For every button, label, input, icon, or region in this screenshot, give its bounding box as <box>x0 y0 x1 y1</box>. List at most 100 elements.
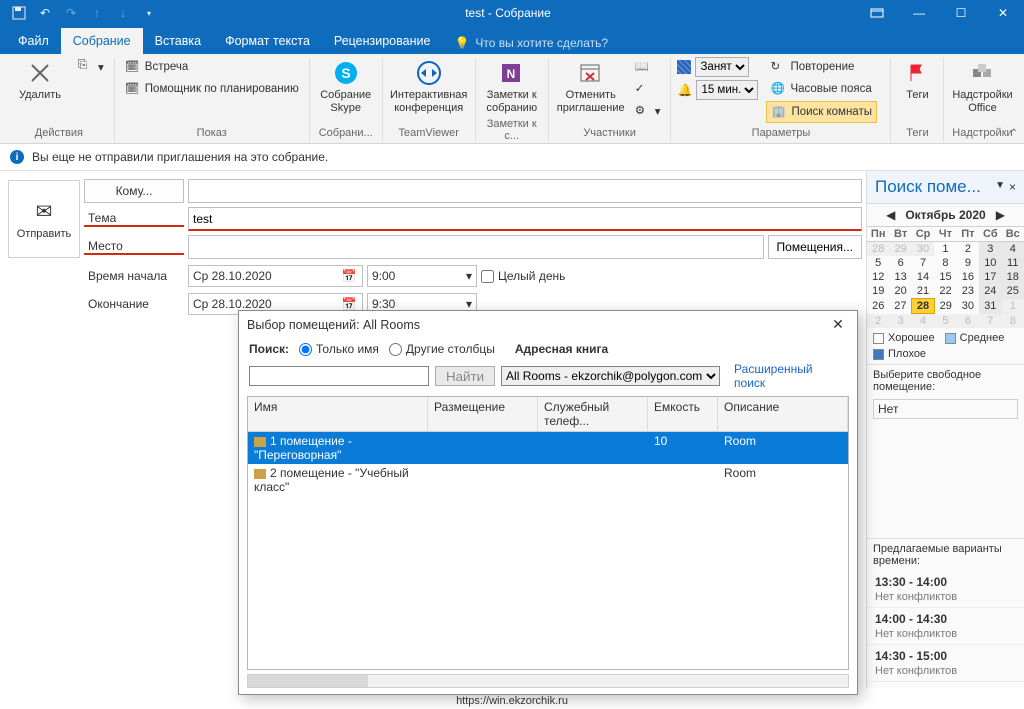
timezones-button[interactable]: 🌐Часовые пояса <box>766 79 877 99</box>
calendar-day[interactable]: 6 <box>957 314 979 329</box>
calendar-day[interactable]: 2 <box>957 242 979 257</box>
calendar-day[interactable]: 21 <box>912 284 934 299</box>
location-field[interactable] <box>188 235 764 259</box>
cancel-invite-button[interactable]: Отменить приглашение <box>555 57 627 116</box>
pane-close-icon[interactable]: × <box>1009 180 1016 194</box>
calendar-day[interactable]: 25 <box>1002 284 1024 299</box>
to-button[interactable]: Кому... <box>84 179 184 203</box>
actions-dropdown[interactable]: ⎘▾ <box>74 57 108 77</box>
check-names-button[interactable]: ✓ <box>631 79 665 99</box>
calendar-day[interactable]: 7 <box>979 314 1001 329</box>
rooms-button[interactable]: Помещения... <box>768 235 862 259</box>
horizontal-scrollbar[interactable] <box>247 674 849 688</box>
search-input[interactable] <box>249 366 429 386</box>
onenote-button[interactable]: N Заметки к собранию <box>482 57 542 116</box>
calendar-day[interactable]: 3 <box>979 242 1001 257</box>
save-icon[interactable] <box>8 2 30 24</box>
chevron-down-icon[interactable]: ▾ <box>466 297 472 311</box>
response-opts-button[interactable]: ⚙▾ <box>631 101 665 121</box>
allday-checkbox[interactable]: Целый день <box>481 269 862 283</box>
room-list[interactable]: Нет <box>873 399 1018 419</box>
next-month-icon[interactable]: ▶ <box>996 208 1005 222</box>
time-suggestion[interactable]: 14:00 - 14:30Нет конфликтов <box>867 608 1024 645</box>
send-button[interactable]: ✉ Отправить <box>8 180 80 258</box>
col-description[interactable]: Описание <box>718 397 848 431</box>
time-suggestion[interactable]: 14:30 - 15:00Нет конфликтов <box>867 645 1024 682</box>
scheduling-button[interactable]: 🗓Помощник по планированию <box>121 79 303 99</box>
table-row[interactable]: 1 помещение - "Переговорная"10Room <box>248 432 848 464</box>
show-as-select[interactable]: Занят <box>677 57 758 77</box>
calendar-day[interactable]: 29 <box>934 299 956 314</box>
table-row[interactable]: 2 помещение - "Учебный класс"Room <box>248 464 848 496</box>
ribbon-opts-icon[interactable] <box>856 0 898 26</box>
other-cols-radio[interactable]: Другие столбцы <box>389 342 495 356</box>
tab-review[interactable]: Рецензирование <box>322 28 443 54</box>
calendar-day[interactable]: 5 <box>934 314 956 329</box>
calendar-day[interactable]: 3 <box>889 314 911 329</box>
calendar-day[interactable]: 17 <box>979 270 1001 284</box>
calendar-day[interactable]: 16 <box>957 270 979 284</box>
tags-button[interactable]: Теги <box>897 57 937 104</box>
calendar-day[interactable]: 18 <box>1002 270 1024 284</box>
tab-meeting[interactable]: Собрание <box>61 28 143 54</box>
calendar-day[interactable]: 26 <box>867 299 889 314</box>
calendar-day[interactable]: 1 <box>1002 299 1024 314</box>
recurrence-button[interactable]: ↻Повторение <box>766 57 877 77</box>
find-button[interactable]: Найти <box>435 366 495 386</box>
maximize-icon[interactable]: ☐ <box>940 0 982 26</box>
to-field[interactable] <box>188 179 862 203</box>
calendar-day[interactable]: 28 <box>912 299 934 314</box>
mini-calendar[interactable]: ПнВтСрЧтПтСбВс 2829301234567891011121314… <box>867 226 1024 328</box>
other-cols-input[interactable] <box>389 343 402 356</box>
calendar-day[interactable]: 4 <box>912 314 934 329</box>
calendar-day[interactable]: 28 <box>867 242 889 257</box>
calendar-day[interactable]: 31 <box>979 299 1001 314</box>
calendar-day[interactable]: 5 <box>867 256 889 270</box>
addressbook-button[interactable]: 📖 <box>631 57 665 77</box>
col-capacity[interactable]: Емкость <box>648 397 718 431</box>
start-date-picker[interactable]: Ср 28.10.2020📅 <box>188 265 363 287</box>
col-phone[interactable]: Служебный телеф... <box>538 397 648 431</box>
calendar-day[interactable]: 14 <box>912 270 934 284</box>
calendar-day[interactable]: 8 <box>934 256 956 270</box>
chevron-down-icon[interactable]: ▾ <box>466 269 472 283</box>
col-name[interactable]: Имя <box>248 397 428 431</box>
allday-input[interactable] <box>481 270 494 283</box>
calendar-day[interactable]: 29 <box>889 242 911 257</box>
calendar-day[interactable]: 8 <box>1002 314 1024 329</box>
calendar-day[interactable]: 9 <box>957 256 979 270</box>
calendar-day[interactable]: 22 <box>934 284 956 299</box>
calendar-day[interactable]: 23 <box>957 284 979 299</box>
tab-insert[interactable]: Вставка <box>143 28 213 54</box>
col-location[interactable]: Размещение <box>428 397 538 431</box>
teamviewer-button[interactable]: Интерактивная конференция <box>389 57 469 116</box>
calendar-day[interactable]: 19 <box>867 284 889 299</box>
start-time-picker[interactable]: 9:00▾ <box>367 265 477 287</box>
calendar-day[interactable]: 1 <box>934 242 956 257</box>
calendar-day[interactable]: 11 <box>1002 256 1024 270</box>
subject-field[interactable] <box>188 207 862 231</box>
name-only-input[interactable] <box>299 343 312 356</box>
calendar-day[interactable]: 10 <box>979 256 1001 270</box>
undo-icon[interactable]: ↶ <box>34 2 56 24</box>
pane-dropdown-icon[interactable]: ▼ <box>995 180 1005 194</box>
calendar-day[interactable]: 6 <box>889 256 911 270</box>
calendar-picker-icon[interactable]: 📅 <box>340 297 358 311</box>
tab-format[interactable]: Формат текста <box>213 28 322 54</box>
calendar-day[interactable]: 12 <box>867 270 889 284</box>
calendar-day[interactable]: 24 <box>979 284 1001 299</box>
skype-button[interactable]: S Собрание Skype <box>316 57 376 116</box>
minimize-icon[interactable]: — <box>898 0 940 26</box>
ribbon-collapse-icon[interactable]: ⌃ <box>1010 128 1018 139</box>
roomfinder-button[interactable]: 🏢Поиск комнаты <box>766 101 877 123</box>
calendar-day[interactable]: 15 <box>934 270 956 284</box>
calendar-day[interactable]: 7 <box>912 256 934 270</box>
prev-month-icon[interactable]: ◀ <box>886 208 895 222</box>
redo-icon[interactable]: ↷ <box>60 2 82 24</box>
dialog-close-icon[interactable]: ✕ <box>827 316 849 333</box>
advanced-search-link[interactable]: Расширенный поиск <box>734 362 847 390</box>
close-window-icon[interactable]: ✕ <box>982 0 1024 26</box>
addins-button[interactable]: Надстройки Office <box>950 57 1014 116</box>
tab-file[interactable]: Файл <box>6 28 61 54</box>
down-icon[interactable]: ↓ <box>112 2 134 24</box>
